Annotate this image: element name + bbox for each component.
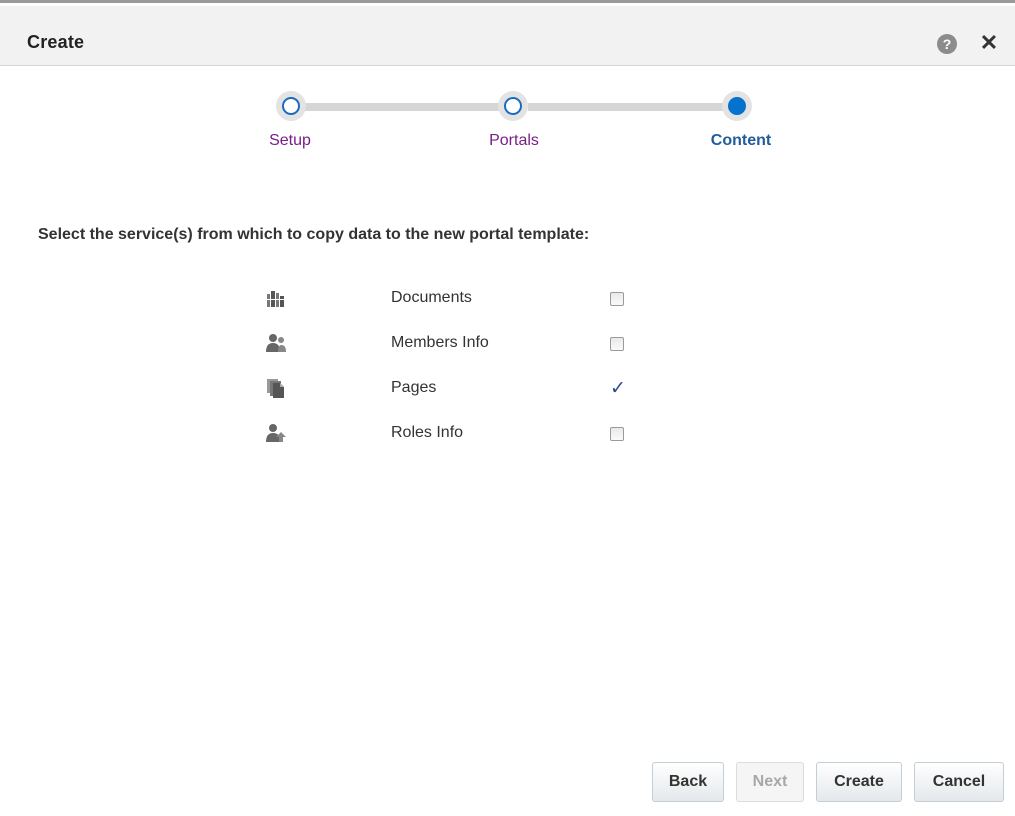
train-stop-content <box>722 91 752 121</box>
train-stop-marker <box>282 97 300 115</box>
dialog-title-bar: Create ? ✕ <box>0 6 1015 66</box>
train-stop-portals[interactable] <box>498 91 528 121</box>
create-dialog: Create ? ✕ Setup Portals Content Select … <box>0 0 1015 816</box>
members-icon <box>266 334 286 352</box>
service-row-pages: Pages ✓ <box>0 378 1015 418</box>
back-button[interactable]: Back <box>652 762 724 802</box>
help-icon[interactable]: ? <box>937 34 957 54</box>
pages-icon <box>267 379 284 398</box>
train-label-content: Content <box>710 132 772 149</box>
service-row-roles-info: Roles Info <box>0 423 1015 463</box>
train-label-setup[interactable]: Setup <box>230 132 350 150</box>
train-stop-setup[interactable] <box>276 91 306 121</box>
members-info-checkbox[interactable] <box>610 337 624 351</box>
train-connector <box>528 103 728 111</box>
train-connector <box>300 103 508 111</box>
roles-icon <box>266 424 286 442</box>
service-row-members-info: Members Info <box>0 333 1015 373</box>
service-label: Documents <box>391 289 472 306</box>
close-icon[interactable]: ✕ <box>978 31 1000 55</box>
create-button[interactable]: Create <box>816 762 902 802</box>
dialog-title: Create <box>27 32 85 52</box>
cancel-button[interactable]: Cancel <box>914 762 1004 802</box>
pages-checkbox-checked[interactable]: ✓ <box>610 377 626 400</box>
train-label-portals[interactable]: Portals <box>454 132 574 150</box>
service-row-documents: Documents <box>0 288 1015 328</box>
roles-info-checkbox[interactable] <box>610 427 624 441</box>
documents-checkbox[interactable] <box>610 292 624 306</box>
service-label: Roles Info <box>391 424 464 441</box>
documents-icon <box>266 291 286 307</box>
service-label: Pages <box>391 379 437 396</box>
next-button: Next <box>736 762 804 802</box>
service-label: Members Info <box>391 334 489 351</box>
train-stop-marker <box>504 97 522 115</box>
instruction-text: Select the service(s) from which to copy… <box>38 226 590 243</box>
train-stop-marker-current <box>728 97 746 115</box>
